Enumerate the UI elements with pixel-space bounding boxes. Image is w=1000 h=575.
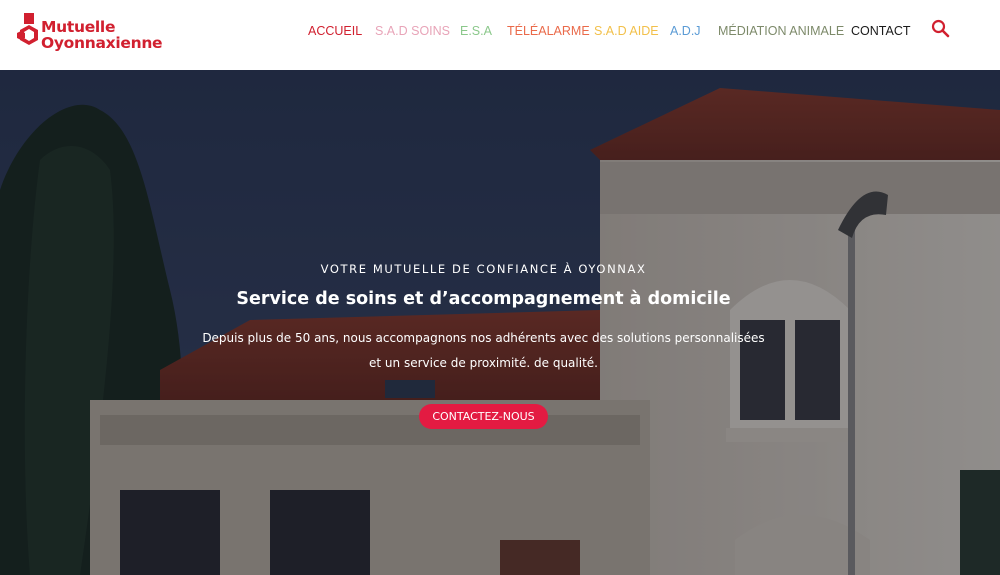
nav-item-adj[interactable]: A.D.J (670, 24, 701, 38)
search-icon[interactable] (930, 18, 952, 40)
logo-mark-icon (17, 13, 38, 45)
nav-item-contact[interactable]: CONTACT (851, 24, 911, 38)
nav-item-accueil[interactable]: ACCUEIL (308, 24, 362, 38)
hero-description-line2: et un service de proximité. de qualité. (369, 356, 598, 370)
hero-description-line1: Depuis plus de 50 ans, nous accompagnons… (202, 331, 765, 345)
site-header: Mutuelle Oyonnaxienne ACCUEIL S.A.D SOIN… (0, 0, 1000, 70)
hero-kicker: VOTRE MUTUELLE DE CONFIANCE À OYONNAX (320, 262, 647, 276)
nav-item-mediation-animale[interactable]: MÉDIATION ANIMALE (718, 24, 844, 38)
nav-item-sad-aide[interactable]: S.A.D AIDE (594, 24, 659, 38)
hero-overlay (0, 70, 1000, 575)
hero-description: Depuis plus de 50 ans, nous accompagnons… (0, 326, 967, 376)
brand-name: Mutuelle Oyonnaxienne (41, 18, 163, 52)
contact-us-button[interactable]: CONTACTEZ-NOUS (419, 404, 548, 429)
nav-item-telealarme[interactable]: TÉLÉALARME (507, 24, 590, 38)
hero-banner: VOTRE MUTUELLE DE CONFIANCE À OYONNAX Se… (0, 70, 1000, 575)
brand-name-line2: Oyonnaxienne (41, 34, 163, 52)
brand-name-line1: Mutuelle (41, 18, 116, 36)
hero-title: Service de soins et d’accompagnement à d… (236, 289, 731, 309)
nav-item-sad-soins[interactable]: S.A.D SOINS (375, 24, 450, 38)
nav-item-esa[interactable]: E.S.A (460, 24, 492, 38)
brand-logo[interactable]: Mutuelle Oyonnaxienne (16, 11, 181, 55)
